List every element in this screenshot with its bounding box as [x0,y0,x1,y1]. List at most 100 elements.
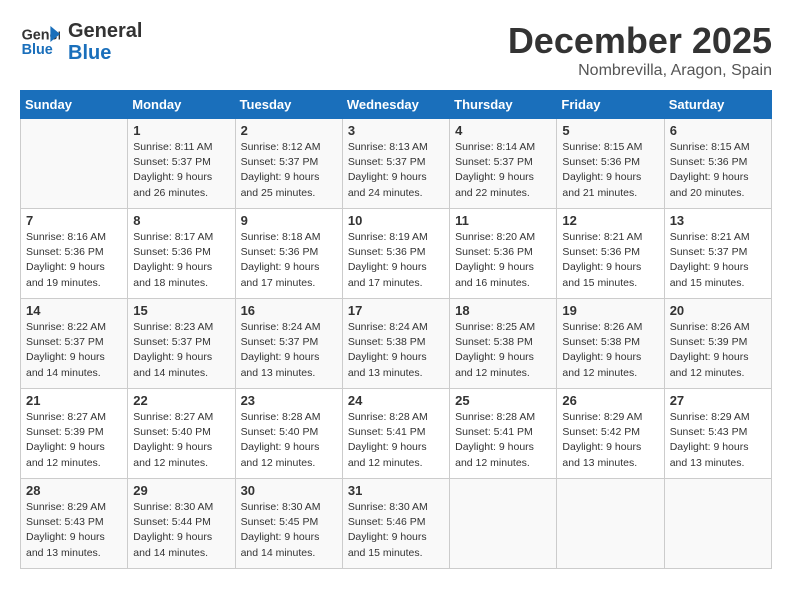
day-info: Sunrise: 8:26 AMSunset: 5:39 PMDaylight:… [670,320,766,381]
day-number: 5 [562,123,658,138]
day-number: 28 [26,483,122,498]
day-number: 19 [562,303,658,318]
day-info: Sunrise: 8:20 AMSunset: 5:36 PMDaylight:… [455,230,551,291]
svg-text:Blue: Blue [22,42,53,58]
day-info: Sunrise: 8:24 AMSunset: 5:37 PMDaylight:… [241,320,337,381]
calendar-cell: 31Sunrise: 8:30 AMSunset: 5:46 PMDayligh… [342,479,449,569]
calendar-cell: 24 Sunrise: 8:28 AMSunset: 5:41 PMDayligh… [342,389,449,479]
day-number: 10 [348,213,444,228]
calendar-header: SundayMondayTuesdayWednesdayThursdayFrid… [21,91,772,119]
calendar-cell: 8Sunrise: 8:17 AMSunset: 5:36 PMDaylight… [128,209,235,299]
weekday-header-wednesday: Wednesday [342,91,449,119]
day-number: 24 [348,393,444,408]
calendar-cell: 14Sunrise: 8:22 AMSunset: 5:37 PMDayligh… [21,299,128,389]
calendar-cell [21,119,128,209]
day-number: 26 [562,393,658,408]
weekday-header-saturday: Saturday [664,91,771,119]
calendar-cell [450,479,557,569]
calendar-cell: 17Sunrise: 8:24 AMSunset: 5:38 PMDayligh… [342,299,449,389]
day-info: Sunrise: 8:28 AMSunset: 5:40 PMDaylight:… [241,410,337,471]
logo-line1: General [68,20,142,42]
day-info: Sunrise: 8:30 AMSunset: 5:46 PMDaylight:… [348,500,444,561]
day-info: Sunrise: 8:29 AMSunset: 5:42 PMDaylight:… [562,410,658,471]
calendar-cell: 23 Sunrise: 8:28 AMSunset: 5:40 PMDayligh… [235,389,342,479]
calendar-cell: 13 Sunrise: 8:21 AMSunset: 5:37 PMDayligh… [664,209,771,299]
day-info: Sunrise: 8:19 AMSunset: 5:36 PMDaylight:… [348,230,444,291]
weekday-header-thursday: Thursday [450,91,557,119]
day-info: Sunrise: 8:14 AMSunset: 5:37 PMDaylight:… [455,140,551,201]
day-info: Sunrise: 8:12 AMSunset: 5:37 PMDaylight:… [241,140,337,201]
day-info: Sunrise: 8:22 AMSunset: 5:37 PMDaylight:… [26,320,122,381]
calendar-cell: 25 Sunrise: 8:28 AMSunset: 5:41 PMDayligh… [450,389,557,479]
day-info: Sunrise: 8:11 AMSunset: 5:37 PMDaylight:… [133,140,229,201]
calendar-cell: 10 Sunrise: 8:19 AMSunset: 5:36 PMDayligh… [342,209,449,299]
day-number: 18 [455,303,551,318]
calendar-cell: 7 Sunrise: 8:16 AMSunset: 5:36 PMDaylight… [21,209,128,299]
day-number: 22 [133,393,229,408]
day-info: Sunrise: 8:15 AMSunset: 5:36 PMDaylight:… [670,140,766,201]
day-number: 1 [133,123,229,138]
logo-icon: General Blue [20,22,60,62]
calendar-row-2: 14Sunrise: 8:22 AMSunset: 5:37 PMDayligh… [21,299,772,389]
calendar-cell: 11 Sunrise: 8:20 AMSunset: 5:36 PMDayligh… [450,209,557,299]
day-info: Sunrise: 8:17 AMSunset: 5:36 PMDaylight:… [133,230,229,291]
day-info: Sunrise: 8:21 AMSunset: 5:36 PMDaylight:… [562,230,658,291]
day-number: 25 [455,393,551,408]
calendar-cell: 27Sunrise: 8:29 AMSunset: 5:43 PMDayligh… [664,389,771,479]
day-number: 3 [348,123,444,138]
calendar-cell: 26 Sunrise: 8:29 AMSunset: 5:42 PMDayligh… [557,389,664,479]
calendar-row-1: 7 Sunrise: 8:16 AMSunset: 5:36 PMDaylight… [21,209,772,299]
calendar-cell: 4 Sunrise: 8:14 AMSunset: 5:37 PMDaylight… [450,119,557,209]
calendar-cell: 22 Sunrise: 8:27 AMSunset: 5:40 PMDayligh… [128,389,235,479]
day-number: 30 [241,483,337,498]
calendar-row-0: 1 Sunrise: 8:11 AMSunset: 5:37 PMDaylight… [21,119,772,209]
month-title: December 2025 [508,20,772,62]
day-info: Sunrise: 8:18 AMSunset: 5:36 PMDaylight:… [241,230,337,291]
logo: General Blue General Blue General Blue [20,20,142,64]
calendar-cell: 1 Sunrise: 8:11 AMSunset: 5:37 PMDaylight… [128,119,235,209]
day-info: Sunrise: 8:28 AMSunset: 5:41 PMDaylight:… [348,410,444,471]
title-block: December 2025 Nombrevilla, Aragon, Spain [508,20,772,80]
day-info: Sunrise: 8:23 AMSunset: 5:37 PMDaylight:… [133,320,229,381]
day-number: 17 [348,303,444,318]
day-info: Sunrise: 8:13 AMSunset: 5:37 PMDaylight:… [348,140,444,201]
weekday-header-tuesday: Tuesday [235,91,342,119]
day-number: 2 [241,123,337,138]
calendar-cell: 19 Sunrise: 8:26 AMSunset: 5:38 PMDayligh… [557,299,664,389]
day-info: Sunrise: 8:30 AMSunset: 5:44 PMDaylight:… [133,500,229,561]
day-info: Sunrise: 8:26 AMSunset: 5:38 PMDaylight:… [562,320,658,381]
location: Nombrevilla, Aragon, Spain [508,62,772,80]
page-header: General Blue General Blue General Blue D… [20,20,772,80]
day-number: 23 [241,393,337,408]
logo-line2: Blue [68,42,142,64]
day-info: Sunrise: 8:29 AMSunset: 5:43 PMDaylight:… [26,500,122,561]
day-number: 9 [241,213,337,228]
calendar-cell [664,479,771,569]
day-number: 20 [670,303,766,318]
day-info: Sunrise: 8:21 AMSunset: 5:37 PMDaylight:… [670,230,766,291]
day-info: Sunrise: 8:30 AMSunset: 5:45 PMDaylight:… [241,500,337,561]
day-info: Sunrise: 8:27 AMSunset: 5:39 PMDaylight:… [26,410,122,471]
day-number: 6 [670,123,766,138]
day-number: 4 [455,123,551,138]
day-number: 13 [670,213,766,228]
weekday-header-monday: Monday [128,91,235,119]
calendar-cell: 28 Sunrise: 8:29 AMSunset: 5:43 PMDayligh… [21,479,128,569]
calendar-table: SundayMondayTuesdayWednesdayThursdayFrid… [20,90,772,569]
day-info: Sunrise: 8:15 AMSunset: 5:36 PMDaylight:… [562,140,658,201]
day-number: 29 [133,483,229,498]
day-info: Sunrise: 8:28 AMSunset: 5:41 PMDaylight:… [455,410,551,471]
day-number: 7 [26,213,122,228]
day-number: 12 [562,213,658,228]
calendar-cell: 9 Sunrise: 8:18 AMSunset: 5:36 PMDaylight… [235,209,342,299]
calendar-cell [557,479,664,569]
day-info: Sunrise: 8:27 AMSunset: 5:40 PMDaylight:… [133,410,229,471]
day-info: Sunrise: 8:16 AMSunset: 5:36 PMDaylight:… [26,230,122,291]
calendar-cell: 6 Sunrise: 8:15 AMSunset: 5:36 PMDaylight… [664,119,771,209]
calendar-row-3: 21Sunrise: 8:27 AMSunset: 5:39 PMDayligh… [21,389,772,479]
calendar-cell: 30 Sunrise: 8:30 AMSunset: 5:45 PMDayligh… [235,479,342,569]
calendar-cell: 12 Sunrise: 8:21 AMSunset: 5:36 PMDayligh… [557,209,664,299]
day-number: 11 [455,213,551,228]
day-number: 15 [133,303,229,318]
calendar-cell: 21Sunrise: 8:27 AMSunset: 5:39 PMDayligh… [21,389,128,479]
